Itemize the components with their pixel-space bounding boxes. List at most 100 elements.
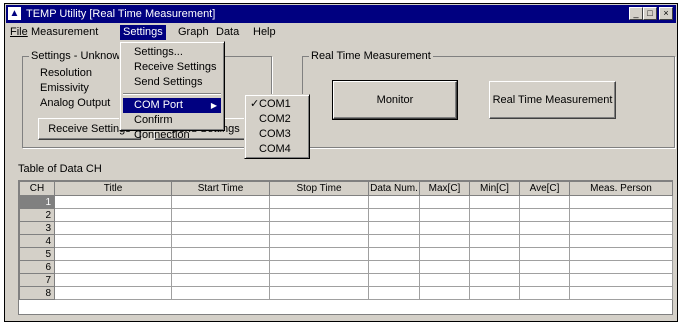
table-cell[interactable] xyxy=(171,195,270,209)
close-button[interactable]: × xyxy=(659,7,673,20)
data-table[interactable]: CH Title Start Time Stop Time Data Num. … xyxy=(18,180,673,315)
table-cell[interactable] xyxy=(469,208,520,222)
menu-settings[interactable]: Settings xyxy=(120,25,166,40)
table-cell[interactable] xyxy=(368,208,420,222)
table-cell[interactable] xyxy=(469,234,520,248)
table-cell[interactable] xyxy=(519,247,570,261)
table-cell[interactable] xyxy=(569,260,673,274)
col-header-title[interactable]: Title xyxy=(54,181,172,196)
table-row[interactable]: 2 xyxy=(19,208,673,222)
table-cell[interactable] xyxy=(54,195,172,209)
table-cell[interactable] xyxy=(519,221,570,235)
table-cell[interactable] xyxy=(171,221,270,235)
table-cell[interactable] xyxy=(419,286,470,300)
table-cell[interactable] xyxy=(469,247,520,261)
table-cell[interactable] xyxy=(269,208,369,222)
table-cell[interactable] xyxy=(171,286,270,300)
table-cell[interactable] xyxy=(171,247,270,261)
table-cell[interactable] xyxy=(519,195,570,209)
com-port-option[interactable]: COM2 xyxy=(247,112,307,127)
table-cell[interactable] xyxy=(269,247,369,261)
col-header-ch[interactable]: CH xyxy=(19,181,55,196)
table-cell[interactable] xyxy=(569,247,673,261)
table-cell[interactable] xyxy=(419,195,470,209)
table-cell[interactable] xyxy=(419,260,470,274)
row-header-ch[interactable]: 1 xyxy=(19,195,55,209)
menu-send-settings[interactable]: Send Settings xyxy=(122,75,222,90)
row-header-ch[interactable]: 2 xyxy=(19,208,55,222)
menu-settings-dialog[interactable]: Settings... xyxy=(122,45,222,60)
table-cell[interactable] xyxy=(269,221,369,235)
menu-com-port[interactable]: COM Port ▶ xyxy=(123,98,221,113)
menu-measurement[interactable]: Measurement xyxy=(28,25,101,40)
table-cell[interactable] xyxy=(569,221,673,235)
com-port-option[interactable]: COM4 xyxy=(247,142,307,157)
table-cell[interactable] xyxy=(519,208,570,222)
row-header-ch[interactable]: 8 xyxy=(19,286,55,300)
table-cell[interactable] xyxy=(569,286,673,300)
table-cell[interactable] xyxy=(269,260,369,274)
table-cell[interactable] xyxy=(171,208,270,222)
app-thermometer-icon[interactable]: ▲ xyxy=(8,7,21,20)
table-cell[interactable] xyxy=(419,208,470,222)
table-row[interactable]: 7 xyxy=(19,273,673,287)
col-header-ave[interactable]: Ave[C] xyxy=(519,181,570,196)
row-header-ch[interactable]: 4 xyxy=(19,234,55,248)
com-port-option[interactable]: ✓ COM1 xyxy=(247,97,307,112)
table-row[interactable]: 1 xyxy=(19,195,673,209)
table-cell[interactable] xyxy=(54,221,172,235)
maximize-button[interactable]: □ xyxy=(643,7,657,20)
table-cell[interactable] xyxy=(54,234,172,248)
table-cell[interactable] xyxy=(269,195,369,209)
table-cell[interactable] xyxy=(54,286,172,300)
table-cell[interactable] xyxy=(368,247,420,261)
table-cell[interactable] xyxy=(469,273,520,287)
table-row[interactable]: 3 xyxy=(19,221,673,235)
row-header-ch[interactable]: 6 xyxy=(19,260,55,274)
table-cell[interactable] xyxy=(368,273,420,287)
row-header-ch[interactable]: 5 xyxy=(19,247,55,261)
table-cell[interactable] xyxy=(419,247,470,261)
table-cell[interactable] xyxy=(419,221,470,235)
table-cell[interactable] xyxy=(171,273,270,287)
table-cell[interactable] xyxy=(368,260,420,274)
table-cell[interactable] xyxy=(469,286,520,300)
table-cell[interactable] xyxy=(368,234,420,248)
table-cell[interactable] xyxy=(269,286,369,300)
table-cell[interactable] xyxy=(519,234,570,248)
table-cell[interactable] xyxy=(469,221,520,235)
row-header-ch[interactable]: 7 xyxy=(19,273,55,287)
col-header-meas-person[interactable]: Meas. Person xyxy=(569,181,673,196)
table-cell[interactable] xyxy=(368,221,420,235)
com-port-option[interactable]: COM3 xyxy=(247,127,307,142)
table-cell[interactable] xyxy=(54,208,172,222)
table-cell[interactable] xyxy=(569,195,673,209)
table-cell[interactable] xyxy=(469,195,520,209)
title-bar[interactable]: ▲ TEMP Utility [Real Time Measurement] _… xyxy=(6,5,676,23)
col-header-start-time[interactable]: Start Time xyxy=(171,181,270,196)
table-row[interactable]: 5 xyxy=(19,247,673,261)
table-cell[interactable] xyxy=(419,273,470,287)
table-cell[interactable] xyxy=(519,260,570,274)
table-cell[interactable] xyxy=(54,247,172,261)
table-cell[interactable] xyxy=(368,286,420,300)
menu-receive-settings[interactable]: Receive Settings xyxy=(122,60,222,75)
col-header-min[interactable]: Min[C] xyxy=(469,181,520,196)
menu-confirm-connection[interactable]: Confirm Connection xyxy=(122,113,222,141)
table-cell[interactable] xyxy=(419,234,470,248)
menu-help[interactable]: Help xyxy=(250,25,279,40)
col-header-stop-time[interactable]: Stop Time xyxy=(269,181,369,196)
table-row[interactable]: 4 xyxy=(19,234,673,248)
col-header-data-num[interactable]: Data Num. xyxy=(368,181,420,196)
monitor-button[interactable]: Monitor xyxy=(332,80,458,120)
row-header-ch[interactable]: 3 xyxy=(19,221,55,235)
table-cell[interactable] xyxy=(269,273,369,287)
menu-data[interactable]: Data xyxy=(213,25,242,40)
table-cell[interactable] xyxy=(171,234,270,248)
table-row[interactable]: 6 xyxy=(19,260,673,274)
table-cell[interactable] xyxy=(54,260,172,274)
table-cell[interactable] xyxy=(269,234,369,248)
table-cell[interactable] xyxy=(569,273,673,287)
table-cell[interactable] xyxy=(569,208,673,222)
table-cell[interactable] xyxy=(519,273,570,287)
